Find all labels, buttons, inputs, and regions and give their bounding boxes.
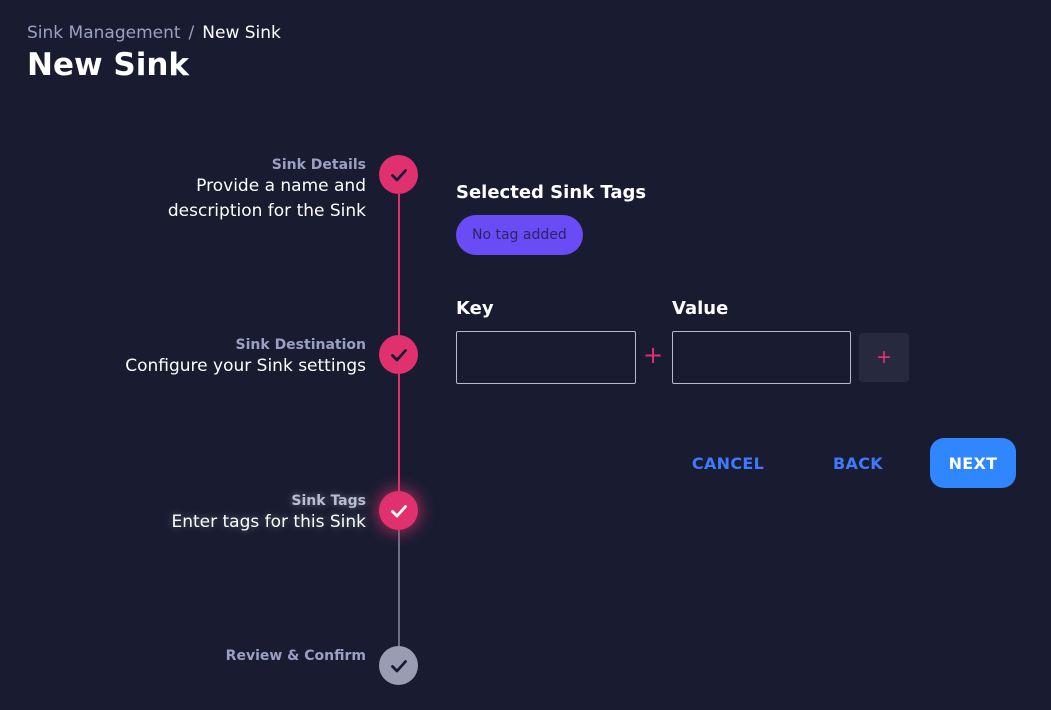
plus-icon: +	[876, 344, 891, 371]
breadcrumb-separator: /	[188, 23, 195, 43]
breadcrumb: Sink Management / New Sink	[27, 21, 281, 45]
back-button[interactable]: BACK	[830, 438, 886, 488]
selected-tags-heading: Selected Sink Tags	[456, 182, 647, 203]
breadcrumb-sink-management[interactable]: Sink Management	[27, 23, 181, 43]
check-icon	[390, 348, 407, 361]
no-tag-chip: No tag added	[456, 215, 583, 255]
add-tag-button[interactable]: +	[859, 333, 909, 382]
step-description-line2: description for the Sink	[167, 201, 366, 221]
check-icon	[390, 504, 407, 517]
step-title: Sink Tags	[291, 493, 366, 509]
step-description: Provide a name and	[196, 176, 366, 196]
cancel-button[interactable]: CANCEL	[688, 438, 768, 488]
plus-icon: +	[643, 341, 664, 369]
value-label: Value	[672, 298, 729, 319]
next-button[interactable]: NEXT	[930, 438, 1016, 488]
step-1-completed-indicator[interactable]	[379, 155, 418, 194]
tag-value-input[interactable]	[672, 331, 851, 384]
step-4-pending-indicator[interactable]	[379, 646, 418, 685]
step-connector-2	[398, 374, 400, 491]
step-3-active-indicator[interactable]	[379, 491, 418, 530]
check-icon	[390, 168, 407, 181]
tag-key-input[interactable]	[456, 331, 636, 384]
key-label: Key	[456, 298, 494, 319]
step-description: Configure your Sink settings	[125, 356, 366, 376]
step-connector-1	[398, 194, 400, 335]
step-description: Enter tags for this Sink	[171, 512, 366, 532]
step-title: Review & Confirm	[225, 648, 366, 664]
step-sink-tags: Sink Tags Enter tags for this Sink	[171, 492, 366, 535]
step-2-completed-indicator[interactable]	[379, 335, 418, 374]
step-sink-destination: Sink Destination Configure your Sink set…	[125, 336, 366, 379]
page-title: New Sink	[27, 47, 190, 83]
new-sink-page: Sink Management / New Sink New Sink Sink D…	[0, 0, 1051, 710]
step-review-confirm: Review & Confirm	[226, 647, 366, 665]
step-title: Sink Details	[271, 157, 366, 173]
step-sink-details: Sink Details Provide a name and descript…	[168, 156, 366, 224]
step-title: Sink Destination	[235, 337, 366, 353]
step-connector-3	[398, 530, 400, 646]
breadcrumb-current: New Sink	[202, 23, 281, 43]
check-icon	[390, 659, 407, 672]
